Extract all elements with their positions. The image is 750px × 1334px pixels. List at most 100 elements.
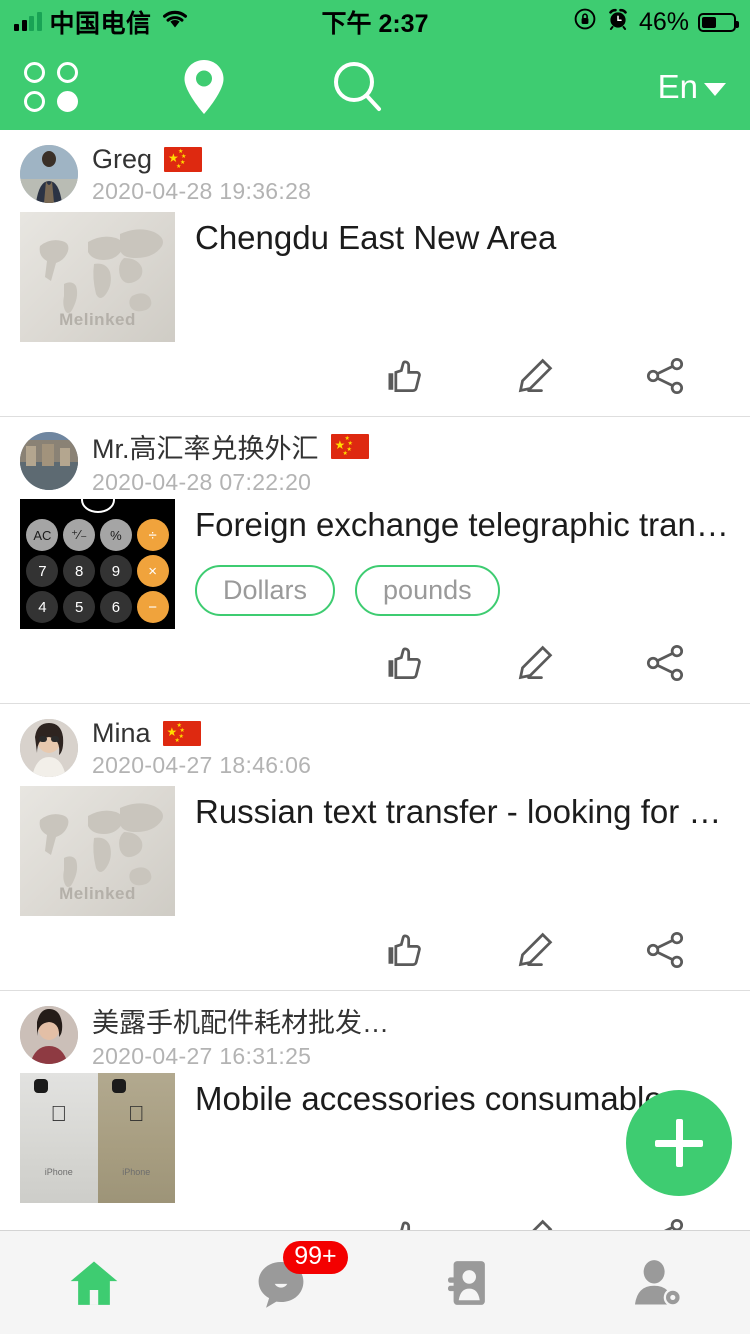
like-icon[interactable] — [340, 348, 470, 404]
avatar[interactable] — [20, 1006, 78, 1064]
battery-icon — [698, 12, 739, 32]
calculator-row: 7 8 9 × — [20, 553, 175, 589]
post-author: Greg ★ ★ ★ ★ ★ 2020-04-28 19:36:28 — [92, 144, 311, 205]
post-title[interactable]: Russian text transfer - looking for a... — [195, 792, 730, 832]
author-name: Greg — [92, 143, 153, 174]
author-name-row: 美露手机配件耗材批发… — [92, 1001, 389, 1040]
edit-icon[interactable] — [470, 922, 600, 978]
app-root: 中国电信 下午 2:37 46% En Greg ★ ★ ★ ★ ★ 2020-… — [0, 0, 750, 1334]
grid-circles-icon[interactable] — [24, 62, 82, 112]
author-name-row: Mina ★ ★ ★ ★ ★ — [92, 718, 311, 749]
post-actions — [20, 916, 730, 982]
avatar[interactable] — [20, 145, 78, 203]
post-feed[interactable]: Greg ★ ★ ★ ★ ★ 2020-04-28 19:36:28 Melin… — [0, 130, 750, 1230]
share-icon[interactable] — [600, 635, 730, 691]
calc-key: 8 — [63, 555, 96, 587]
post-title[interactable]: Foreign exchange telegraphic trans... — [195, 505, 730, 545]
user-settings-icon — [635, 1259, 683, 1307]
share-icon[interactable] — [600, 1209, 730, 1230]
search-icon[interactable] — [330, 58, 386, 116]
post-thumbnail[interactable]: Melinked — [20, 212, 175, 342]
calc-key: ÷ — [136, 519, 169, 551]
chevron-down-icon — [704, 82, 726, 96]
author-name: Mr.高汇率兑换外汇 — [92, 433, 319, 464]
author-name-row: Mr.高汇率兑换外汇 ★ ★ ★ ★ ★ — [92, 427, 369, 466]
post-author: Mina ★ ★ ★ ★ ★ 2020-04-27 18:46:06 — [92, 718, 311, 779]
tab-home[interactable] — [0, 1231, 188, 1334]
like-icon[interactable] — [340, 635, 470, 691]
calc-key: ⁺∕₋ — [63, 519, 96, 551]
calculator-row: AC ⁺∕₋ % ÷ — [20, 517, 175, 553]
share-icon[interactable] — [600, 922, 730, 978]
status-bar: 中国电信 下午 2:37 46% — [0, 0, 750, 44]
tag-chip[interactable]: pounds — [355, 564, 500, 616]
contact-card-icon — [447, 1260, 485, 1305]
post-header: 美露手机配件耗材批发… 2020-04-27 16:31:25 — [20, 1005, 730, 1069]
rotation-lock-icon — [573, 7, 597, 38]
post-card[interactable]: Greg ★ ★ ★ ★ ★ 2020-04-28 19:36:28 Melin… — [0, 130, 750, 417]
post-body: Melinked Russian text transfer - looking… — [20, 778, 730, 916]
calc-key: 5 — [63, 591, 96, 623]
post-actions — [20, 1203, 730, 1230]
bottom-navigation: 99+ — [0, 1230, 750, 1334]
post-timestamp: 2020-04-28 19:36:28 — [92, 177, 312, 204]
calc-key: 7 — [26, 555, 59, 587]
china-flag-icon: ★ ★ ★ ★ ★ — [330, 433, 369, 459]
edit-icon[interactable] — [470, 635, 600, 691]
app-header: En — [0, 44, 750, 130]
edit-icon[interactable] — [470, 1209, 600, 1230]
add-post-fab[interactable] — [626, 1090, 732, 1196]
avatar[interactable] — [20, 432, 78, 490]
author-name: Mina — [92, 717, 151, 748]
post-timestamp: 2020-04-28 07:22:20 — [92, 468, 312, 495]
post-card[interactable]: Mr.高汇率兑换外汇 ★ ★ ★ ★ ★ 2020-04-28 07:22:20 AC — [0, 417, 750, 704]
post-title[interactable]: Chengdu East New Area — [195, 218, 730, 258]
post-thumbnail[interactable]: iPhone iPhone — [20, 1073, 175, 1203]
calc-key: % — [99, 519, 132, 551]
like-icon[interactable] — [340, 1209, 470, 1230]
post-thumbnail[interactable]: AC ⁺∕₋ % ÷ 7 8 9 × 4 5 6 − — [20, 499, 175, 629]
post-content: Russian text transfer - looking for a... — [195, 786, 730, 916]
message-badge: 99+ — [283, 1241, 348, 1274]
location-pin-icon[interactable] — [178, 56, 230, 118]
like-icon[interactable] — [340, 922, 470, 978]
author-name: 美露手机配件耗材批发… — [92, 1007, 389, 1038]
alarm-clock-icon — [606, 7, 630, 38]
tab-messages[interactable]: 99+ — [188, 1231, 376, 1334]
post-author: 美露手机配件耗材批发… 2020-04-27 16:31:25 — [92, 1001, 389, 1070]
post-actions — [20, 342, 730, 408]
post-actions — [20, 629, 730, 695]
tab-contacts[interactable] — [375, 1231, 563, 1334]
post-card[interactable]: Mina ★ ★ ★ ★ ★ 2020-04-27 18:46:06 Melin… — [0, 704, 750, 991]
status-bar-right: 46% — [573, 7, 739, 38]
share-icon[interactable] — [600, 348, 730, 404]
calc-key: 4 — [26, 591, 59, 623]
avatar[interactable] — [20, 719, 78, 777]
post-body: Melinked Chengdu East New Area — [20, 204, 730, 342]
calc-key: 6 — [99, 591, 132, 623]
language-selector[interactable]: En — [658, 68, 726, 106]
post-timestamp: 2020-04-27 18:46:06 — [92, 751, 312, 778]
post-content: Foreign exchange telegraphic trans... Do… — [195, 499, 730, 629]
tag-chip[interactable]: Dollars — [195, 564, 336, 616]
calc-key: 9 — [99, 555, 132, 587]
post-content: Chengdu East New Area — [195, 212, 730, 342]
calc-key: − — [136, 591, 169, 623]
edit-icon[interactable] — [470, 348, 600, 404]
post-header: Mr.高汇率兑换外汇 ★ ★ ★ ★ ★ 2020-04-28 07:22:20 — [20, 431, 730, 495]
signal-bars-icon — [14, 12, 42, 31]
post-author: Mr.高汇率兑换外汇 ★ ★ ★ ★ ★ 2020-04-28 07:22:20 — [92, 427, 369, 496]
post-thumbnail[interactable]: Melinked — [20, 786, 175, 916]
china-flag-icon: ★ ★ ★ ★ ★ — [162, 720, 201, 746]
post-tags: Dollars pounds — [195, 564, 730, 616]
author-name-row: Greg ★ ★ ★ ★ ★ — [92, 144, 311, 175]
post-timestamp: 2020-04-27 16:31:25 — [92, 1042, 312, 1069]
post-header: Mina ★ ★ ★ ★ ★ 2020-04-27 18:46:06 — [20, 718, 730, 778]
tab-profile[interactable] — [563, 1231, 750, 1334]
home-icon — [70, 1261, 118, 1305]
post-body: iPhone iPhone Mobile accessories consu… — [20, 1065, 730, 1203]
calc-key: AC — [26, 519, 59, 551]
post-header: Greg ★ ★ ★ ★ ★ 2020-04-28 19:36:28 — [20, 144, 730, 204]
china-flag-icon: ★ ★ ★ ★ ★ — [164, 146, 203, 172]
calculator-row: 4 5 6 − — [20, 589, 175, 625]
